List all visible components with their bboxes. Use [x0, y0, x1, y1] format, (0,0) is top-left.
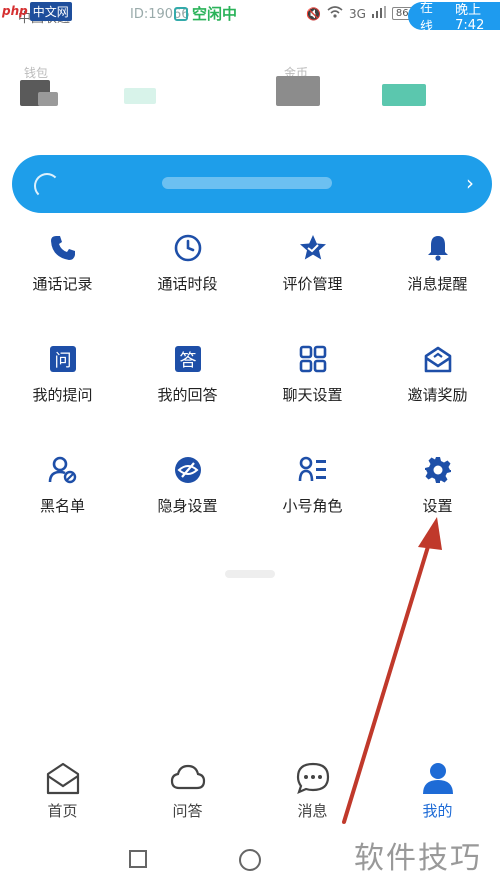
system-icons: 🔇 3G 86 [306, 6, 413, 21]
tab-label: 消息 [297, 802, 328, 820]
signal-icon [371, 6, 386, 21]
menu-item-call-periods[interactable]: 通话时段 [125, 225, 250, 336]
watermark-php: php [2, 4, 28, 18]
tab-qa[interactable]: 问答 [125, 760, 250, 830]
menu-row-1: 通话记录 通话时段 评价管理 消息提醒 [0, 225, 500, 336]
menu-label: 通话时段 [157, 275, 218, 293]
menu-label: 聊天设置 [282, 386, 343, 404]
promo-banner[interactable]: › [12, 155, 492, 213]
menu-item-chat-settings[interactable]: 聊天设置 [250, 336, 375, 447]
menu-label: 小号角色 [282, 497, 343, 515]
banner-text-blur [162, 177, 332, 189]
tab-label: 我的 [422, 802, 453, 820]
coins-subvalue-blur [382, 84, 426, 106]
wallet-label: 钱包 [24, 66, 49, 80]
svg-text:问: 问 [54, 351, 71, 371]
wallet-blur-detail [38, 92, 58, 106]
clock-time: 晚上7:42 [455, 3, 485, 33]
menu-label: 我的回答 [157, 386, 218, 404]
menu-label: 消息提醒 [407, 275, 468, 293]
hidden-eye-icon [174, 457, 201, 483]
menu-item-blacklist[interactable]: 黑名单 [0, 447, 125, 558]
svg-text:答: 答 [179, 351, 196, 371]
signal-text: 3G [348, 6, 366, 21]
blacklist-user-icon [48, 456, 76, 484]
profile-icon [422, 763, 453, 794]
tab-profile[interactable]: 我的 [375, 760, 500, 830]
menu-item-my-answers[interactable]: 答 我的回答 [125, 336, 250, 447]
tab-label: 首页 [47, 802, 78, 820]
answer-icon: 答 [174, 346, 201, 372]
page-indicator [225, 570, 275, 578]
menu-label: 邀请奖励 [407, 386, 468, 404]
menu-label: 我的提问 [32, 386, 93, 404]
menu-item-call-records[interactable]: 通话记录 [0, 225, 125, 336]
clock-icon [174, 234, 201, 262]
menu-item-invite-rewards[interactable]: 邀请奖励 [375, 336, 500, 447]
menu-label: 通话记录 [32, 275, 93, 293]
wifi-icon [327, 6, 343, 21]
presence-status[interactable]: 空闲中 [174, 3, 237, 24]
phone-icon [50, 236, 75, 260]
php-cn-watermark: php 中文网 [0, 0, 88, 22]
tab-label: 问答 [172, 802, 203, 820]
home-icon [46, 762, 79, 795]
gear-icon [424, 457, 451, 483]
tab-home[interactable]: 首页 [0, 760, 125, 830]
menu-label: 评价管理 [282, 275, 343, 293]
chevron-right-icon: › [466, 171, 474, 195]
watermark-cn: 中文网 [29, 1, 72, 21]
tab-messages[interactable]: 消息 [250, 760, 375, 830]
bottom-tab-bar: 首页 问答 消息 我的 [0, 760, 500, 830]
presence-label: 空闲中 [192, 5, 238, 23]
question-icon: 问 [49, 346, 76, 372]
menu-label: 设置 [422, 497, 453, 515]
online-status-pill[interactable]: 在线 晚上7:42 [408, 1, 500, 35]
bell-icon [427, 236, 448, 261]
menu-label: 隐身设置 [157, 497, 218, 515]
menu-row-3: 黑名单 隐身设置 小号角色 设置 [0, 447, 500, 558]
recent-apps-button[interactable] [129, 850, 147, 868]
menu-item-alt-roles[interactable]: 小号角色 [250, 447, 375, 558]
menu-label: 黑名单 [39, 497, 85, 515]
presence-icon [174, 6, 188, 21]
brand-watermark: 软件技巧 [354, 841, 482, 876]
roles-list-icon [298, 456, 326, 482]
home-system-button[interactable] [239, 849, 261, 871]
banner-left-icon [34, 173, 60, 199]
menu-item-my-questions[interactable]: 问 我的提问 [0, 336, 125, 447]
feature-menu-grid: 通话记录 通话时段 评价管理 消息提醒 问 我的提问 答 我的回答 聊天设置 邀… [0, 225, 500, 558]
invite-mail-icon [424, 346, 451, 373]
menu-item-settings[interactable]: 设置 [375, 447, 500, 558]
menu-item-notifications[interactable]: 消息提醒 [375, 225, 500, 336]
star-icon [299, 235, 326, 260]
coins-value-blur[interactable] [276, 76, 320, 106]
menu-item-invisible-settings[interactable]: 隐身设置 [125, 447, 250, 558]
grid-icon [299, 345, 326, 373]
cloud-icon [170, 764, 205, 790]
menu-item-review-management[interactable]: 评价管理 [250, 225, 375, 336]
menu-row-2: 问 我的提问 答 我的回答 聊天设置 邀请奖励 [0, 336, 500, 447]
online-label: 在线 [420, 1, 434, 35]
chat-icon [296, 762, 329, 794]
wallet-subvalue-blur [124, 88, 156, 104]
mute-icon: 🔇 [306, 6, 321, 21]
